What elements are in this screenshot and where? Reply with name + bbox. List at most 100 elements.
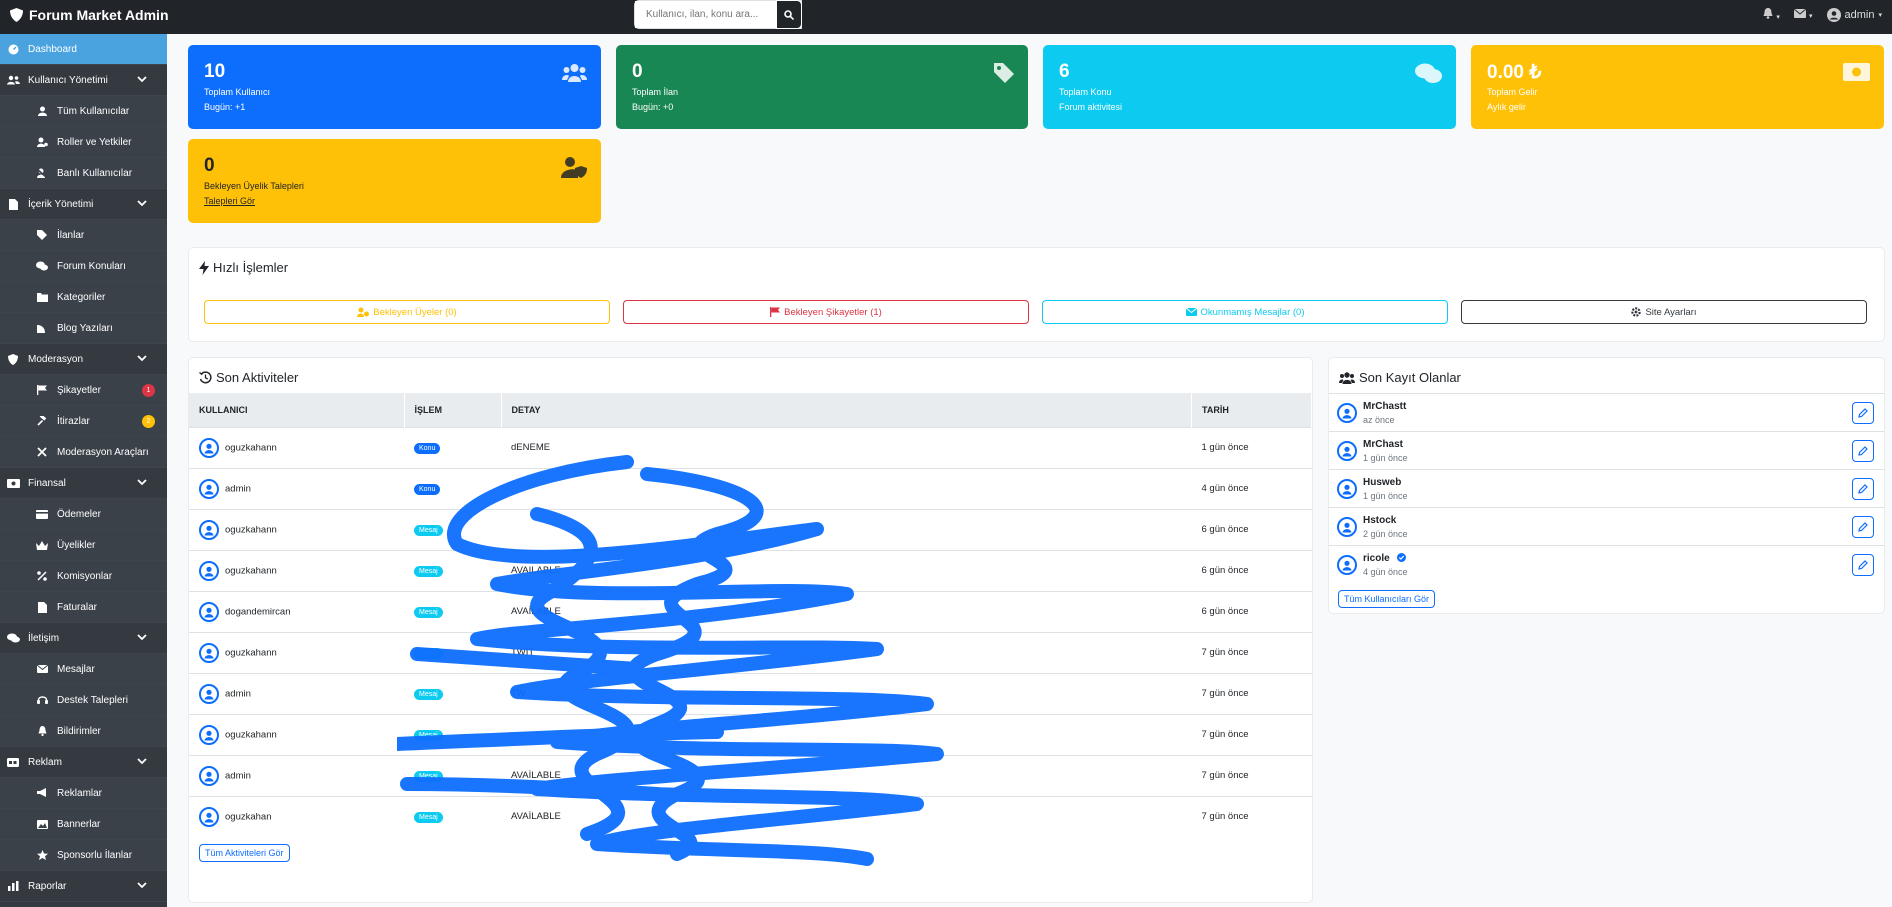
sidebar-item-moderation-tools[interactable]: Moderasyon Araçları [0, 437, 167, 468]
cell-date: 6 gün önce [1191, 549, 1312, 591]
recent-username[interactable]: ricole [1363, 553, 1390, 564]
recent-username[interactable]: MrChast [1363, 439, 1403, 450]
quick-actions-header: Hızlı İşlemler [199, 260, 288, 275]
activity-username[interactable]: oguzkahann [225, 524, 277, 535]
cell-user: dogandemircan [189, 590, 404, 632]
view-requests-link[interactable]: Talepleri Gör [204, 196, 255, 206]
user-avatar-icon [199, 437, 219, 458]
recent-username[interactable]: Husweb [1363, 477, 1401, 488]
sidebar-item-label: Mesajlar [57, 663, 95, 675]
brand[interactable]: Forum Market Admin [10, 7, 169, 23]
sidebar-item-blog-posts[interactable]: Blog Yazıları [0, 313, 167, 344]
sidebar-item-notifications[interactable]: Bildirimler [0, 716, 167, 747]
sidebar-item-appeals[interactable]: İtirazlar 2 [0, 406, 167, 437]
user-shield-icon [561, 157, 587, 181]
money-bill-icon [1843, 63, 1870, 84]
sidebar-section-content[interactable]: İçerik Yönetimi [0, 189, 167, 220]
sidebar-item-invoices[interactable]: Faturalar [0, 592, 167, 623]
sidebar-item-banners[interactable]: Bannerlar [0, 809, 167, 840]
stat-label: Toplam Kullanıcı [204, 87, 271, 97]
search-button[interactable] [776, 0, 802, 29]
stat-sub: Bugün: +1 [204, 102, 246, 112]
edit-user-button[interactable] [1852, 516, 1874, 538]
recent-activities-header: Son Aktiviteler [199, 370, 298, 385]
stat-card-listings: 0 Toplam İlan Bugün: +0 [616, 45, 1028, 129]
user-dropdown[interactable]: admin ▾ [1826, 8, 1882, 22]
pending-complaints-button[interactable]: Bekleyen Şikayetler (1) [623, 300, 1029, 324]
activity-username[interactable]: oguzkahann [225, 647, 277, 658]
recent-user-time: 1 gün önce [1363, 453, 1408, 463]
sidebar-item-listings[interactable]: İlanlar [0, 220, 167, 251]
view-all-activities-button[interactable]: Tüm Aktiviteleri Gör [199, 844, 290, 862]
activity-date: 6 gün önce [1201, 565, 1249, 576]
sidebar-section-reports[interactable]: Raporlar [0, 871, 167, 902]
chevron-down-icon [137, 199, 147, 210]
bell-icon [1763, 8, 1773, 19]
sidebar-item-dashboard[interactable]: Dashboard [0, 34, 167, 65]
list-item: ricole 4 gün önce [1329, 545, 1884, 583]
sidebar-item-label: Blog Yazıları [57, 322, 113, 334]
cell-user: admin [189, 467, 404, 509]
site-settings-button[interactable]: Site Ayarları [1461, 300, 1867, 324]
sidebar-item-complaints[interactable]: Şikayetler 1 [0, 375, 167, 406]
edit-user-button[interactable] [1852, 402, 1874, 424]
sidebar-item-memberships[interactable]: Üyelikler [0, 530, 167, 561]
user-avatar-icon [199, 560, 219, 581]
sidebar-item-support-tickets[interactable]: Destek Talepleri [0, 685, 167, 716]
sidebar-item-label: Sponsorlu İlanlar [57, 849, 133, 861]
sidebar-item-banned-users[interactable]: Banlı Kullanıcılar [0, 158, 167, 189]
percent-icon [35, 569, 49, 583]
activity-username[interactable]: admin [225, 770, 251, 781]
recent-registrations-panel: Son Kayıt Olanlar MrChastt az önce MrChast… [1328, 357, 1885, 614]
button-label: Bekleyen Şikayetler (1) [784, 306, 882, 318]
activity-username[interactable]: oguzkahann [225, 729, 277, 740]
view-all-users-button[interactable]: Tüm Kullanıcıları Gör [1338, 590, 1436, 608]
sidebar-item-label: Bannerlar [57, 818, 101, 830]
gauge-icon [6, 42, 20, 56]
activity-username[interactable]: oguzkahan [225, 811, 271, 822]
activity-date: 7 gün önce [1201, 811, 1249, 823]
user-icon [35, 104, 49, 118]
pending-members-button[interactable]: Bekleyen Üyeler (0) [204, 300, 610, 324]
sidebar-section-moderation[interactable]: Moderasyon [0, 344, 167, 375]
sidebar-item-messages[interactable]: Mesajlar [0, 654, 167, 685]
recent-username[interactable]: Hstock [1363, 515, 1396, 526]
sidebar-item-ads[interactable]: Reklamlar [0, 778, 167, 809]
notifications-dropdown[interactable]: ▾ [1763, 8, 1780, 22]
tag-icon [35, 228, 49, 242]
activity-username[interactable]: oguzkahann [225, 565, 277, 576]
edit-user-button[interactable] [1852, 440, 1874, 462]
sidebar-item-label: Destek Talepleri [57, 694, 128, 706]
activity-detail: dENEME [511, 442, 551, 453]
activity-username[interactable]: dogandemircan [225, 606, 291, 617]
cell-date: 4 gün önce [1191, 467, 1312, 509]
activity-username[interactable]: admin [225, 688, 251, 699]
sidebar-section-finance[interactable]: Finansal [0, 468, 167, 499]
cell-user: oguzkahann [189, 713, 404, 755]
sidebar-item-payments[interactable]: Ödemeler [0, 499, 167, 530]
sidebar-section-label: Finansal [28, 477, 66, 489]
sidebar-item-all-users[interactable]: Tüm Kullanıcılar [0, 96, 167, 127]
user-avatar-icon [199, 683, 219, 704]
sidebar-section-ads[interactable]: Reklam [0, 747, 167, 778]
user-avatar-icon [199, 642, 219, 663]
sidebar-item-categories[interactable]: Kategoriler [0, 282, 167, 313]
edit-user-button[interactable] [1852, 554, 1874, 576]
activity-username[interactable]: admin [225, 483, 251, 494]
sidebar-section-communication[interactable]: İletişim [0, 623, 167, 654]
sidebar-section-users[interactable]: Kullanıcı Yönetimi [0, 65, 167, 96]
recent-username[interactable]: MrChastt [1363, 401, 1406, 412]
sidebar-item-label: Roller ve Yetkiler [57, 136, 132, 148]
star-icon [35, 848, 49, 862]
sidebar-item-label: Dashboard [28, 43, 77, 55]
stat-label: Bekleyen Üyelik Talepleri [204, 181, 304, 191]
sidebar-item-sponsored[interactable]: Sponsorlu İlanlar [0, 840, 167, 871]
sidebar-item-roles[interactable]: Roller ve Yetkiler [0, 127, 167, 158]
sidebar-item-commissions[interactable]: Komisyonlar [0, 561, 167, 592]
sidebar-item-forum-topics[interactable]: Forum Konuları [0, 251, 167, 282]
stat-value: 0.00 ₺ [1487, 62, 1542, 83]
edit-user-button[interactable] [1852, 478, 1874, 500]
messages-dropdown[interactable]: ▾ [1793, 8, 1813, 21]
unread-messages-button[interactable]: Okunmamış Mesajlar (0) [1042, 300, 1448, 324]
activity-username[interactable]: oguzkahann [225, 442, 277, 453]
